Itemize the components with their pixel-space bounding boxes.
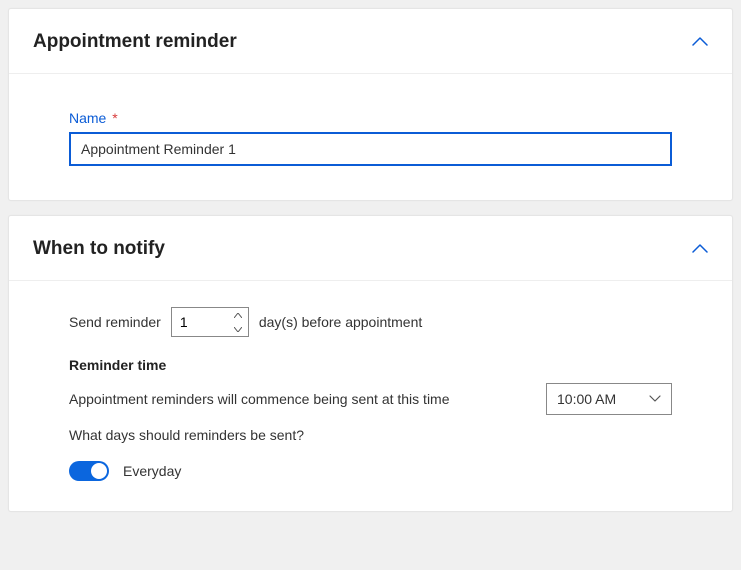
name-input[interactable] bbox=[69, 132, 672, 166]
everyday-toggle[interactable] bbox=[69, 461, 109, 481]
required-mark: * bbox=[112, 110, 117, 126]
reminder-time-row: Appointment reminders will commence bein… bbox=[69, 383, 672, 415]
reminder-time-desc: Appointment reminders will commence bein… bbox=[69, 391, 534, 407]
everyday-toggle-label: Everyday bbox=[123, 463, 181, 479]
everyday-toggle-row: Everyday bbox=[69, 461, 672, 481]
days-before-stepper[interactable] bbox=[171, 307, 249, 337]
chevron-up-icon bbox=[692, 37, 708, 47]
spinner-buttons bbox=[228, 308, 248, 336]
reminder-time-value: 10:00 AM bbox=[557, 391, 649, 407]
name-label-text: Name bbox=[69, 110, 106, 126]
when-to-notify-header[interactable]: When to notify bbox=[9, 216, 732, 281]
send-reminder-suffix: day(s) before appointment bbox=[259, 314, 422, 330]
send-reminder-prefix: Send reminder bbox=[69, 314, 161, 330]
days-question: What days should reminders be sent? bbox=[69, 427, 672, 443]
spinner-up-icon[interactable] bbox=[229, 308, 248, 322]
chevron-down-icon bbox=[649, 395, 661, 403]
appointment-reminder-body: Name * bbox=[9, 74, 732, 200]
when-to-notify-panel: When to notify Send reminder day(s) befo… bbox=[8, 215, 733, 512]
reminder-time-select[interactable]: 10:00 AM bbox=[546, 383, 672, 415]
chevron-up-icon bbox=[692, 244, 708, 254]
name-label: Name * bbox=[69, 110, 672, 126]
when-to-notify-body: Send reminder day(s) before appointment … bbox=[9, 281, 732, 511]
send-reminder-row: Send reminder day(s) before appointment bbox=[69, 307, 672, 337]
spinner-down-icon[interactable] bbox=[229, 322, 248, 336]
appointment-reminder-header[interactable]: Appointment reminder bbox=[9, 9, 732, 74]
appointment-reminder-panel: Appointment reminder Name * bbox=[8, 8, 733, 201]
reminder-time-heading: Reminder time bbox=[69, 357, 672, 373]
panel-title: Appointment reminder bbox=[33, 31, 237, 53]
toggle-knob bbox=[91, 463, 107, 479]
panel-title: When to notify bbox=[33, 238, 165, 260]
days-before-input[interactable] bbox=[172, 308, 226, 336]
